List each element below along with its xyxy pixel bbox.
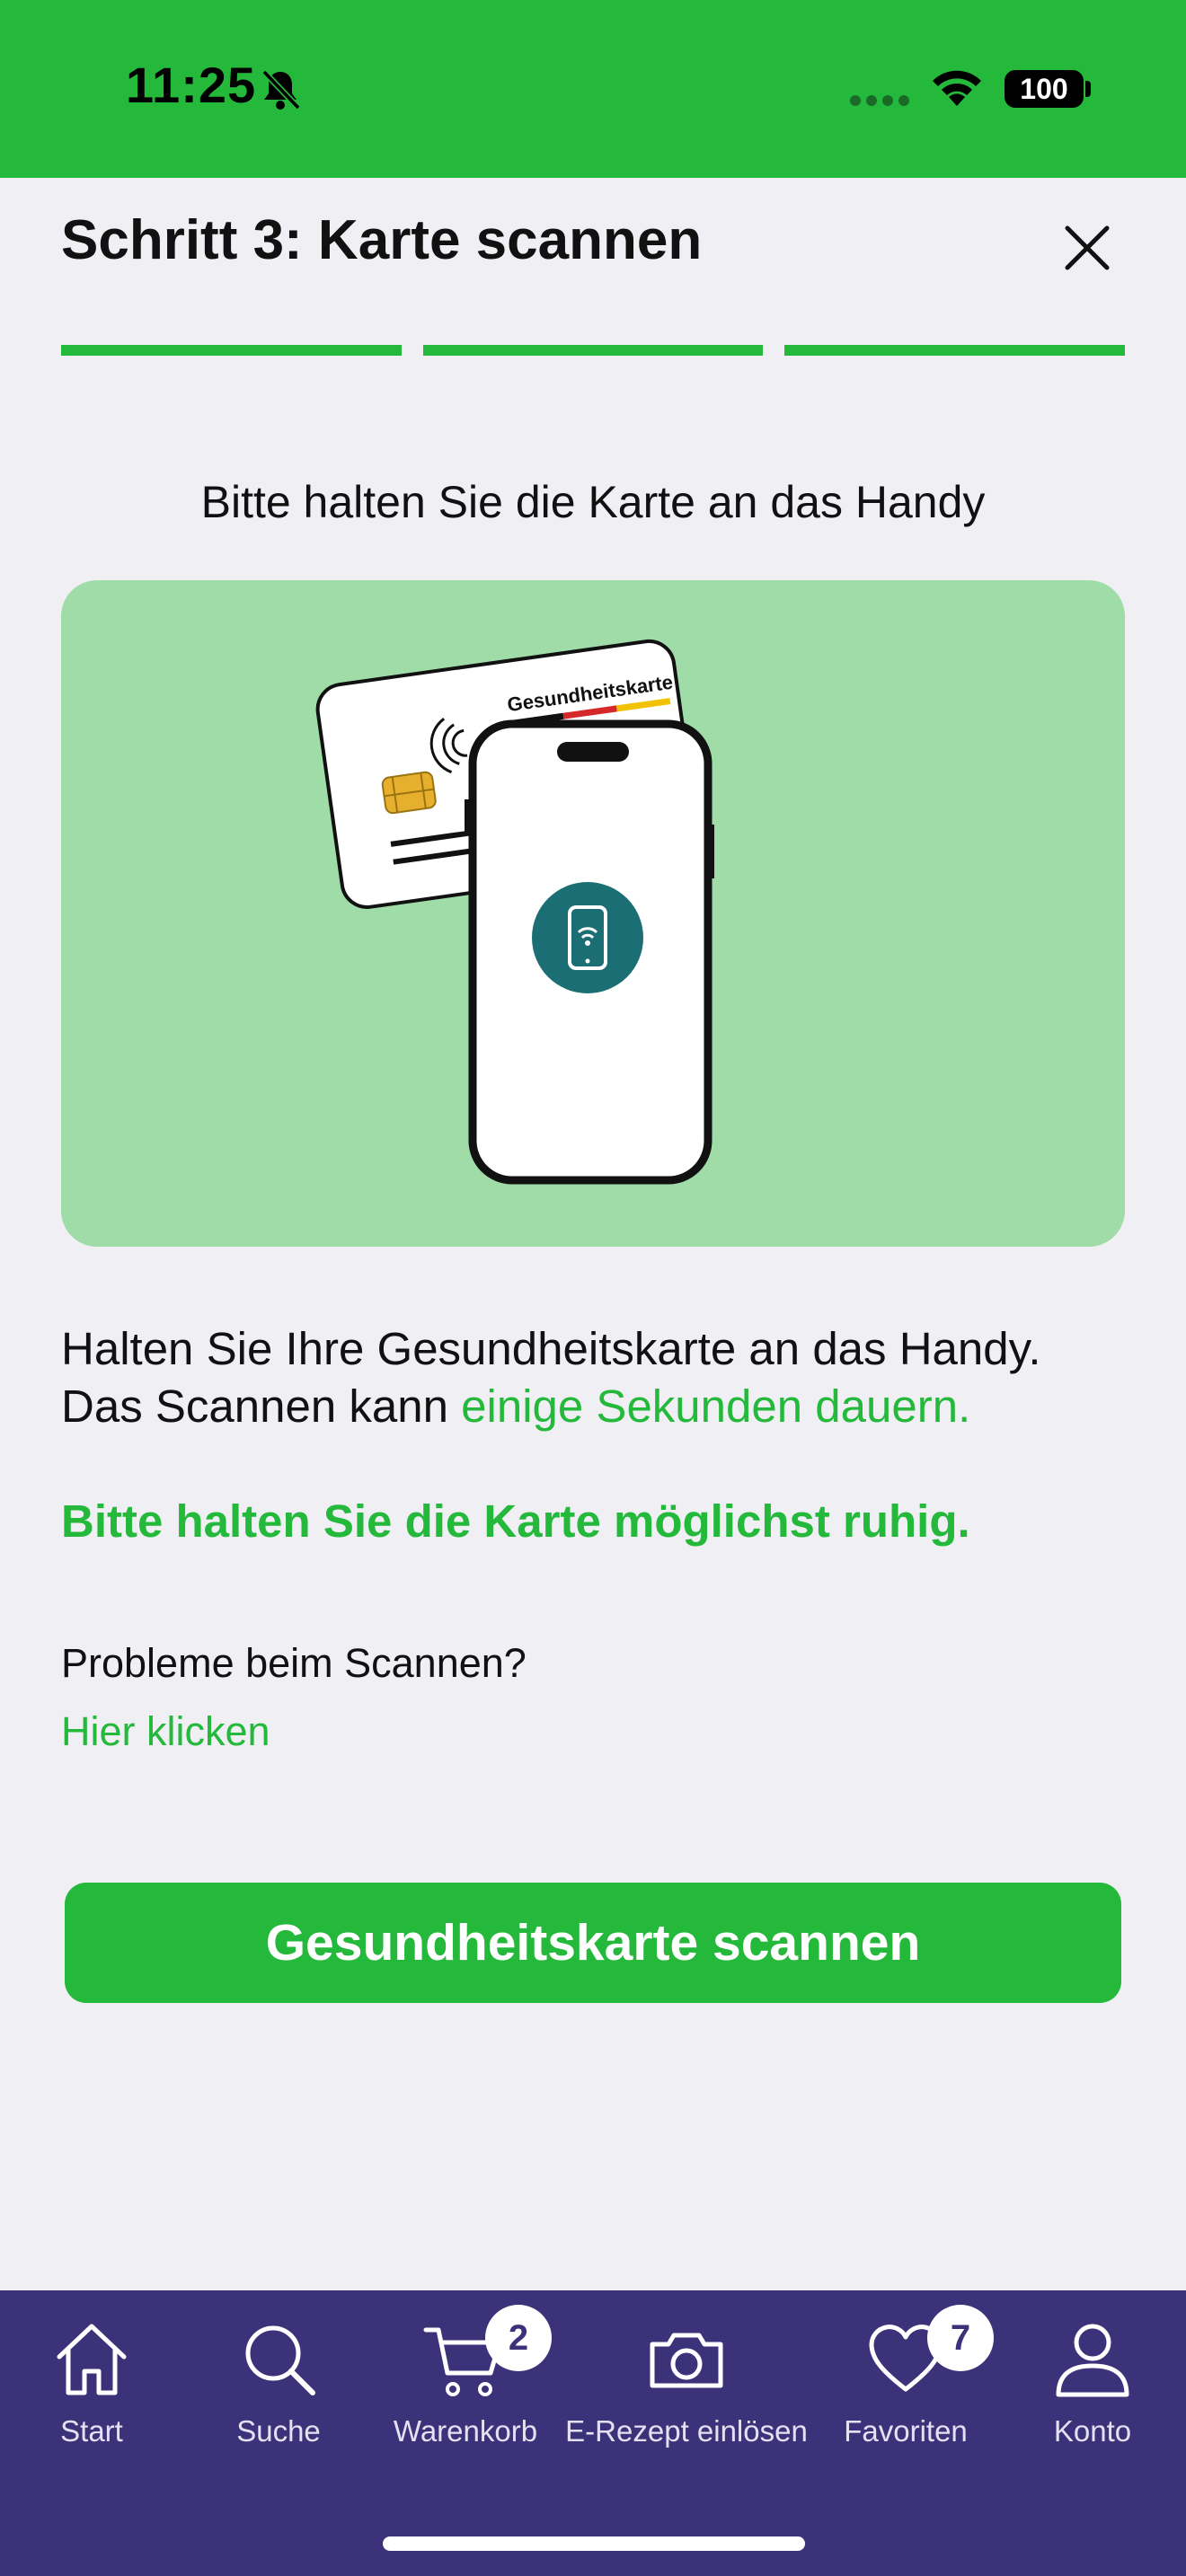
camera-icon bbox=[650, 2333, 723, 2388]
nav-label-start: Start bbox=[60, 2414, 123, 2448]
progress-step-2 bbox=[422, 345, 764, 356]
instruction-line-1: Halten Sie Ihre Gesundheitskarte an das … bbox=[61, 1323, 1041, 1374]
scan-card-button[interactable]: Gesundheitskarte scannen bbox=[65, 1883, 1121, 2003]
nav-label-suche: Suche bbox=[236, 2414, 321, 2448]
nav-label-warenkorb: Warenkorb bbox=[393, 2414, 538, 2448]
instruction-line-2-prefix: Das Scannen kann bbox=[61, 1381, 462, 1432]
battery-tip bbox=[1085, 81, 1091, 97]
user-icon bbox=[1056, 2324, 1129, 2397]
nav-item-erezept[interactable]: E-Rezept einlösen bbox=[559, 2290, 814, 2470]
battery-icon: 100 bbox=[1005, 70, 1084, 108]
nav-item-suche[interactable]: Suche bbox=[199, 2290, 358, 2470]
phone bbox=[465, 719, 714, 1185]
nav-item-warenkorb[interactable]: 2 Warenkorb bbox=[385, 2290, 552, 2470]
nav-label-erezept: E-Rezept einlösen bbox=[565, 2414, 808, 2448]
nav-item-favoriten[interactable]: 7 Favoriten bbox=[827, 2290, 994, 2470]
progress-step-3 bbox=[784, 345, 1126, 356]
signal-icon bbox=[850, 95, 909, 106]
nav-label-favoriten: Favoriten bbox=[844, 2414, 968, 2448]
wifi-icon bbox=[933, 70, 981, 106]
home-indicator bbox=[383, 2536, 805, 2551]
favorites-badge: 7 bbox=[927, 2305, 994, 2371]
progress-bar bbox=[61, 345, 1126, 356]
nav-item-start[interactable]: Start bbox=[13, 2290, 171, 2470]
bell-slash-icon bbox=[261, 69, 301, 110]
instruction-line-2: Das Scannen kann einige Sekunden dauern. bbox=[61, 1378, 1139, 1435]
search-icon bbox=[245, 2325, 315, 2395]
nav-label-konto: Konto bbox=[1053, 2414, 1132, 2448]
help-link[interactable]: Hier klicken bbox=[61, 1708, 270, 1755]
card-phone-illustration: Gesundheitskarte bbox=[315, 639, 714, 1185]
home-icon bbox=[57, 2324, 127, 2395]
bottom-nav: Start Suche 2 Warenkorb E-Rezept einlöse… bbox=[0, 2290, 1186, 2576]
hold-still-hint: Bitte halten Sie die Karte möglichst ruh… bbox=[61, 1495, 970, 1547]
status-time: 11:25 bbox=[126, 57, 257, 113]
instruction-line-2-highlight: einige Sekunden dauern. bbox=[461, 1381, 971, 1432]
instruction-body: Halten Sie Ihre Gesundheitskarte an das … bbox=[61, 1320, 1139, 1435]
nfc-illustration: Gesundheitskarte bbox=[61, 580, 1125, 1247]
cart-badge: 2 bbox=[485, 2305, 552, 2371]
page-title: Schritt 3: Karte scannen bbox=[61, 209, 703, 271]
scan-problem-question: Probleme beim Scannen? bbox=[61, 1640, 527, 1686]
close-icon[interactable] bbox=[1051, 212, 1123, 284]
nav-item-konto[interactable]: Konto bbox=[1013, 2290, 1172, 2470]
progress-step-1 bbox=[61, 345, 402, 356]
status-bar: 11:25 100 bbox=[0, 0, 1186, 178]
instruction-heading: Bitte halten Sie die Karte an das Handy bbox=[200, 477, 986, 527]
